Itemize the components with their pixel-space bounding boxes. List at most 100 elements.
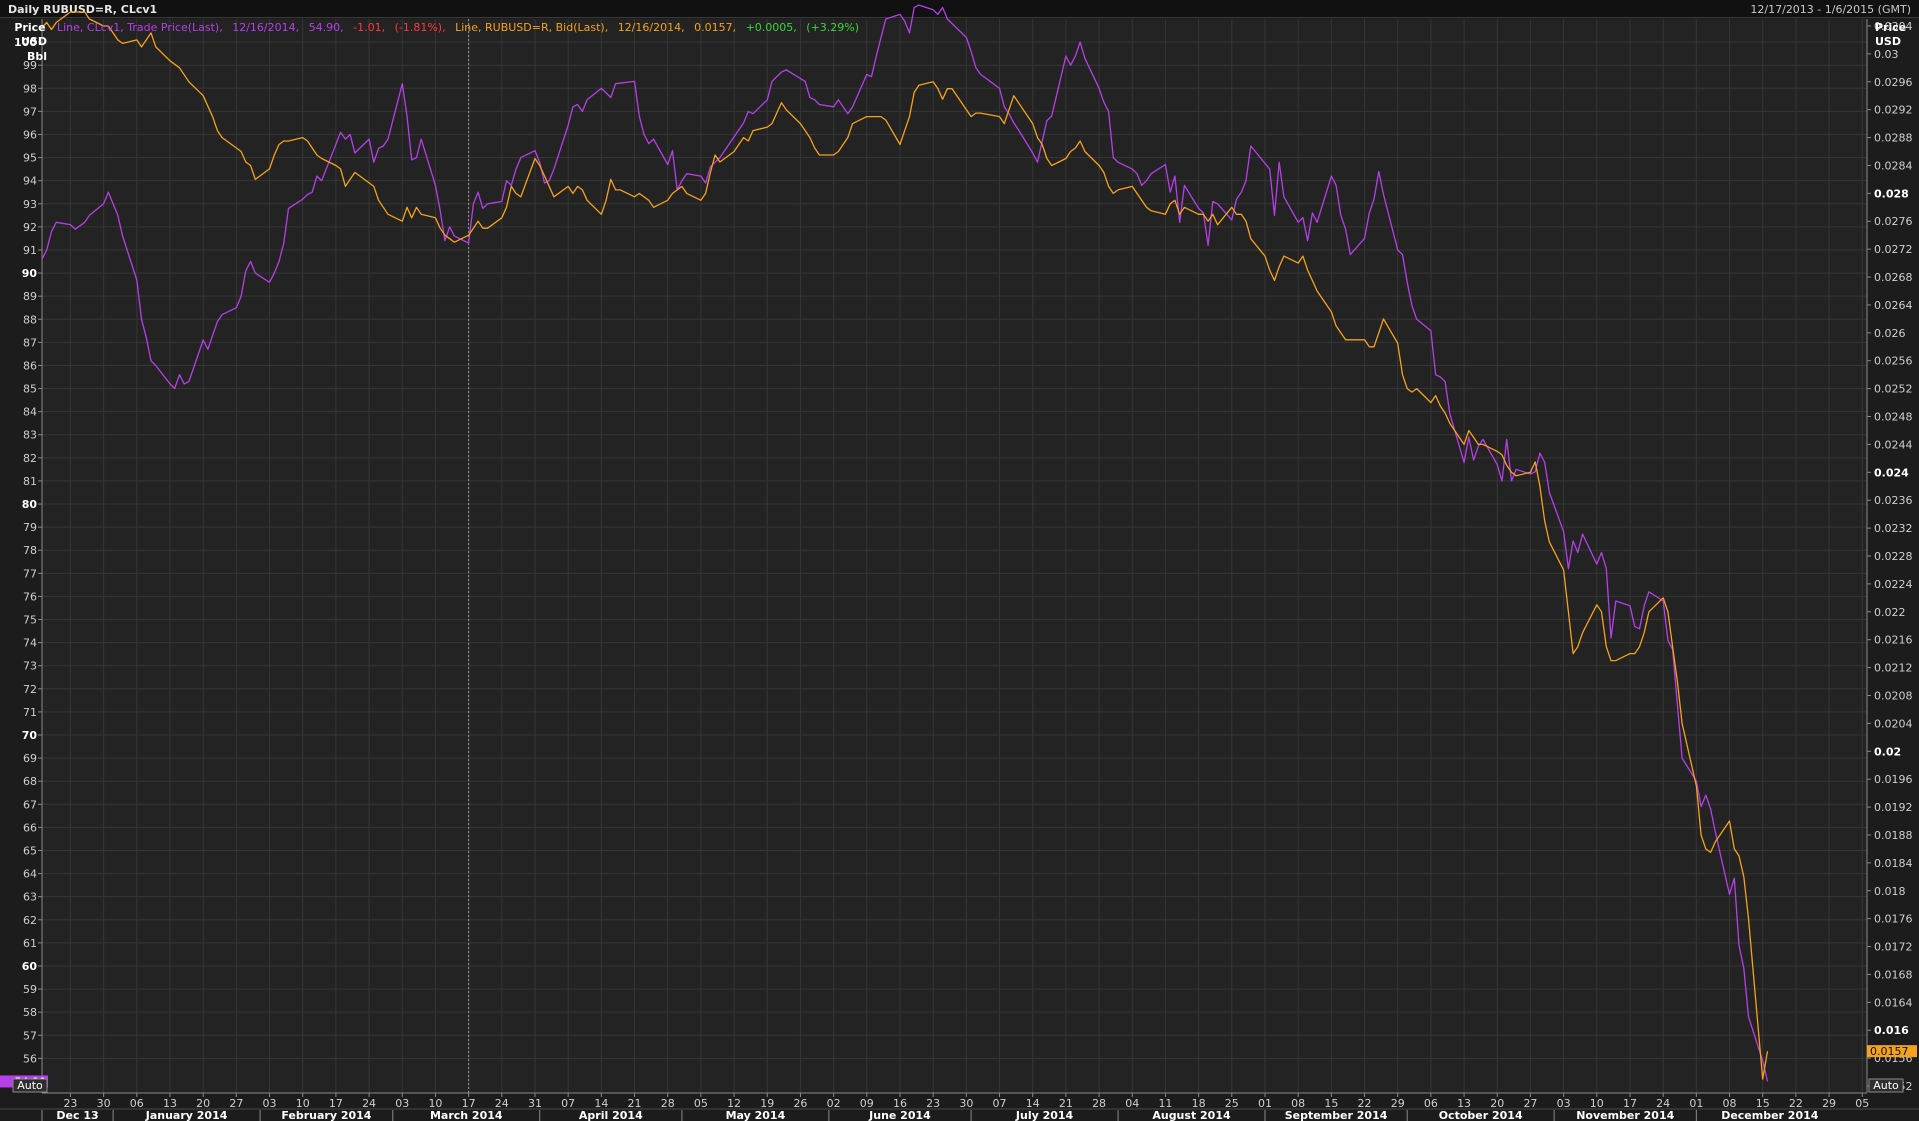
right-tick-label: 0.0168 [1874,968,1913,981]
right-tick-label: 0.0264 [1874,299,1913,312]
x-tick-label: 05 [1855,1097,1869,1110]
right-tick-label: 0.0276 [1874,215,1913,228]
right-tick-label: 0.0192 [1874,801,1913,814]
legend-oil-value: 54.90, [309,21,344,34]
month-label: May 2014 [726,1109,786,1121]
month-label: July 2014 [1015,1109,1074,1121]
left-tick-label: 71 [23,706,37,719]
left-tick-label: 77 [23,567,37,580]
month-label: October 2014 [1439,1109,1523,1121]
x-tick-label: 02 [827,1097,841,1110]
left-tick-label: 69 [23,752,37,765]
x-tick-label: 31 [528,1097,542,1110]
x-tick-label: 28 [661,1097,675,1110]
legend-oil-prefix: Line, CLcv1, Trade Price(Last), [57,21,223,34]
right-tick-label: 0.0212 [1874,662,1913,675]
left-axis-label-bbl: Bbl [27,50,47,63]
x-tick-label: 06 [130,1097,144,1110]
left-tick-label: 88 [23,313,37,326]
right-tick-label: 0.0256 [1874,355,1913,368]
right-auto-label: Auto [1873,1079,1899,1092]
x-tick-label: 03 [1557,1097,1571,1110]
right-tick-label: 0.0176 [1874,913,1913,926]
right-tick-label: 0.0188 [1874,829,1913,842]
left-tick-label: 75 [23,614,37,627]
legend-rub-prefix: Line, RUBUSD=R, Bid(Last), [455,21,608,34]
right-tick-label: 0.0204 [1874,717,1913,730]
right-tick-label: 0.0184 [1874,857,1913,870]
legend-oil-date: 12/16/2014, [232,21,299,34]
month-label: April 2014 [579,1109,643,1121]
x-tick-label: 27 [1523,1097,1537,1110]
right-tick-label: 0.03 [1874,48,1899,61]
left-tick-label: 60 [22,960,38,973]
left-tick-label: 63 [23,891,37,904]
legend-oil-change: -1.01, [353,21,385,34]
right-tick-label: 0.0232 [1874,522,1913,535]
x-tick-label: 30 [959,1097,973,1110]
left-tick-label: 62 [23,914,37,927]
left-tick-label: 86 [23,359,37,372]
right-tick-label: 0.0244 [1874,438,1913,451]
left-tick-label: 98 [23,82,37,95]
month-label: November 2014 [1576,1109,1674,1121]
x-tick-label: 27 [229,1097,243,1110]
x-tick-label: 03 [263,1097,277,1110]
right-tick-label: 0.0164 [1874,996,1913,1009]
left-tick-label: 92 [23,221,37,234]
x-tick-label: 28 [1092,1097,1106,1110]
x-tick-label: 30 [97,1097,111,1110]
x-tick-label: 06 [1424,1097,1438,1110]
left-tick-label: 94 [23,175,37,188]
right-tick-label: 0.0172 [1874,941,1913,954]
month-label: August 2014 [1152,1109,1231,1121]
time-axis[interactable]: 23 30 06 13 20 27 03 10 17 24 03 10 17 24 31 07 14 21 28 05… [0,1093,1919,1121]
right-tick-label: 0.026 [1874,327,1906,340]
left-tick-label: 72 [23,683,37,696]
right-tick-label: 0.0228 [1874,550,1913,563]
right-tick-label: 0.0268 [1874,271,1913,284]
x-tick-label: 07 [561,1097,575,1110]
left-tick-label: 90 [22,267,38,280]
month-label: September 2014 [1285,1109,1388,1121]
month-label: March 2014 [430,1109,503,1121]
right-tick-label: 0.0236 [1874,494,1913,507]
right-auto-scale-button[interactable]: Auto [1868,1078,1904,1093]
left-tick-label: 85 [23,383,37,396]
right-tick-label: 0.028 [1874,187,1909,200]
left-tick-label: 70 [22,729,38,742]
left-tick-label: 82 [23,452,37,465]
right-current-value-marker: 0.0157 [1867,1045,1917,1058]
right-tick-label: 0.022 [1874,606,1906,619]
left-tick-label: 59 [23,983,37,996]
right-tick-label: 0.0208 [1874,689,1913,702]
left-tick-label: 93 [23,198,37,211]
left-tick-label: 61 [23,937,37,950]
right-price-axis[interactable]: 0.01520.01560.0160.01640.01680.01720.017… [1867,20,1913,1093]
left-tick-label: 95 [23,152,37,165]
left-tick-label: 68 [23,775,37,788]
left-tick-label: 79 [23,521,37,534]
left-tick-label: 66 [23,821,37,834]
left-tick-label: 76 [23,590,37,603]
month-label: Dec 13 [56,1109,98,1121]
left-price-axis[interactable]: 56 57 58 59 60 61 62 63 64 65 66 67 68 69 70 71 72 73 74 75… [14,36,42,1065]
left-tick-label: 58 [23,1006,37,1019]
x-tick-label: 03 [395,1097,409,1110]
chart-canvas[interactable]: 56 57 58 59 60 61 62 63 64 65 66 67 68 69 70 71 72 73 74 75… [0,0,1919,1121]
right-axis-label-usd: USD [1875,35,1901,48]
left-axis-label-usd: USD [21,35,47,48]
right-tick-label: 0.0224 [1874,578,1913,591]
right-tick-label: 0.0248 [1874,411,1913,424]
left-tick-label: 56 [23,1052,37,1065]
left-auto-label: Auto [17,1079,43,1092]
right-tick-label: 0.0216 [1874,634,1913,647]
left-tick-label: 91 [23,244,37,257]
right-tick-label: 0.0252 [1874,383,1913,396]
month-label: December 2014 [1721,1109,1819,1121]
left-auto-scale-button[interactable]: Auto [12,1078,48,1093]
left-tick-label: 64 [23,868,37,881]
left-tick-label: 73 [23,660,37,673]
x-tick-label: 04 [1125,1097,1139,1110]
left-axis-label-price: Price [14,21,45,34]
